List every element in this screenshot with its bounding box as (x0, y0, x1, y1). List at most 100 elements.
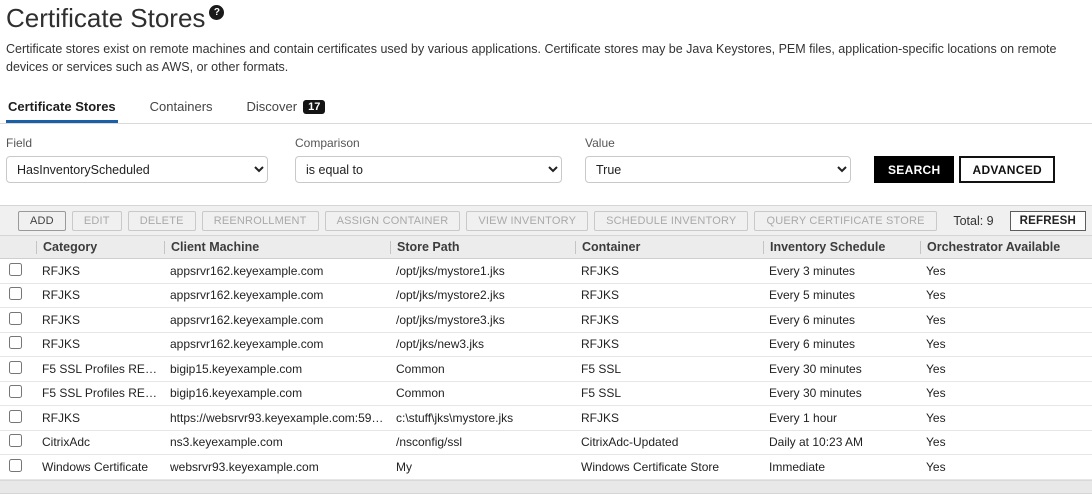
cell-container: Windows Certificate Store (575, 460, 763, 474)
cell-inventory-schedule: Every 3 minutes (763, 264, 920, 278)
row-checkbox[interactable] (9, 312, 22, 325)
tab-certificate-stores[interactable]: Certificate Stores (6, 93, 118, 123)
comparison-label: Comparison (295, 136, 585, 150)
row-checkbox[interactable] (9, 287, 22, 300)
cell-client-machine: appsrvr162.keyexample.com (164, 288, 390, 302)
cell-category: Windows Certificate (36, 460, 164, 474)
row-checkbox-cell (0, 287, 36, 303)
column-header-client-machine[interactable]: Client Machine (164, 241, 390, 254)
cell-client-machine: appsrvr162.keyexample.com (164, 313, 390, 327)
column-header-container[interactable]: Container (575, 241, 763, 254)
cell-container: RFJKS (575, 313, 763, 327)
row-checkbox-cell (0, 385, 36, 401)
table-row[interactable]: RFJKS appsrvr162.keyexample.com /opt/jks… (0, 259, 1092, 284)
row-checkbox[interactable] (9, 434, 22, 447)
cell-store-path: Common (390, 362, 575, 376)
comparison-select[interactable]: is equal to (295, 156, 562, 183)
cell-inventory-schedule: Every 1 hour (763, 411, 920, 425)
cell-store-path: /opt/jks/mystore3.jks (390, 313, 575, 327)
search-button[interactable]: SEARCH (874, 156, 954, 183)
grid-toolbar: ADD EDIT DELETE REENROLLMENT ASSIGN CONT… (0, 206, 1092, 236)
cell-container: RFJKS (575, 288, 763, 302)
cell-store-path: /opt/jks/new3.jks (390, 337, 575, 351)
cell-orchestrator-available: Yes (920, 362, 1092, 376)
tab-bar: Certificate Stores Containers Discover 1… (0, 93, 1092, 124)
cell-inventory-schedule: Every 30 minutes (763, 362, 920, 376)
row-checkbox[interactable] (9, 385, 22, 398)
cell-category: RFJKS (36, 264, 164, 278)
discover-count-badge: 17 (303, 100, 325, 114)
column-header-inventory-schedule[interactable]: Inventory Schedule (763, 241, 920, 254)
delete-button[interactable]: DELETE (128, 211, 196, 231)
cell-inventory-schedule: Immediate (763, 460, 920, 474)
cell-container: RFJKS (575, 411, 763, 425)
assign-container-button[interactable]: ASSIGN CONTAINER (325, 211, 461, 231)
cell-orchestrator-available: Yes (920, 288, 1092, 302)
table-row[interactable]: RFJKS https://websrvr93.keyexample.com:5… (0, 406, 1092, 431)
row-checkbox-cell (0, 263, 36, 279)
column-header-store-path[interactable]: Store Path (390, 241, 575, 254)
cell-store-path: c:\stuff\jks\mystore.jks (390, 411, 575, 425)
table-row[interactable]: RFJKS appsrvr162.keyexample.com /opt/jks… (0, 308, 1092, 333)
tab-discover[interactable]: Discover 17 (245, 93, 328, 123)
row-checkbox-cell (0, 410, 36, 426)
tab-containers-label: Containers (150, 99, 213, 114)
table-row[interactable]: RFJKS appsrvr162.keyexample.com /opt/jks… (0, 333, 1092, 358)
row-checkbox[interactable] (9, 410, 22, 423)
field-filter-group: Field HasInventoryScheduled (6, 136, 295, 183)
tab-discover-label: Discover (247, 99, 298, 114)
schedule-inventory-button[interactable]: SCHEDULE INVENTORY (594, 211, 748, 231)
row-checkbox[interactable] (9, 459, 22, 472)
row-checkbox-cell (0, 434, 36, 450)
refresh-button[interactable]: REFRESH (1010, 211, 1086, 231)
cell-category: F5 SSL Profiles REST (36, 386, 164, 400)
table-header-row: Category Client Machine Store Path Conta… (0, 236, 1092, 259)
query-certificate-store-button[interactable]: QUERY CERTIFICATE STORE (754, 211, 936, 231)
table-row[interactable]: RFJKS appsrvr162.keyexample.com /opt/jks… (0, 284, 1092, 309)
table-row[interactable]: F5 SSL Profiles REST bigip15.keyexample.… (0, 357, 1092, 382)
cell-client-machine: websrvr93.keyexample.com (164, 460, 390, 474)
page-header: Certificate Stores ? (0, 2, 1092, 33)
tab-containers[interactable]: Containers (148, 93, 215, 123)
row-checkbox[interactable] (9, 263, 22, 276)
cell-orchestrator-available: Yes (920, 386, 1092, 400)
cell-orchestrator-available: Yes (920, 411, 1092, 425)
cell-store-path: /nsconfig/ssl (390, 435, 575, 449)
cell-category: F5 SSL Profiles REST (36, 362, 164, 376)
field-select[interactable]: HasInventoryScheduled (6, 156, 268, 183)
column-header-category[interactable]: Category (36, 241, 164, 254)
cell-container: F5 SSL (575, 362, 763, 376)
cell-orchestrator-available: Yes (920, 264, 1092, 278)
cell-container: RFJKS (575, 264, 763, 278)
add-button[interactable]: ADD (18, 211, 66, 231)
cell-client-machine: bigip16.keyexample.com (164, 386, 390, 400)
column-header-orchestrator-available[interactable]: Orchestrator Available (920, 241, 1092, 254)
cell-store-path: /opt/jks/mystore2.jks (390, 288, 575, 302)
cell-client-machine: bigip15.keyexample.com (164, 362, 390, 376)
table-row[interactable]: CitrixAdc ns3.keyexample.com /nsconfig/s… (0, 431, 1092, 456)
table-body: RFJKS appsrvr162.keyexample.com /opt/jks… (0, 259, 1092, 480)
value-label: Value (585, 136, 851, 150)
tab-certificate-stores-label: Certificate Stores (8, 99, 116, 114)
reenrollment-button[interactable]: REENROLLMENT (202, 211, 319, 231)
help-icon[interactable]: ? (209, 5, 224, 20)
cell-category: RFJKS (36, 313, 164, 327)
cell-store-path: My (390, 460, 575, 474)
advanced-button[interactable]: ADVANCED (959, 156, 1055, 183)
page-title: Certificate Stores (6, 4, 205, 33)
cell-container: F5 SSL (575, 386, 763, 400)
table-row[interactable]: F5 SSL Profiles REST bigip16.keyexample.… (0, 382, 1092, 407)
search-filter-bar: Field HasInventoryScheduled Comparison i… (0, 124, 1092, 183)
cell-client-machine: ns3.keyexample.com (164, 435, 390, 449)
cell-client-machine: appsrvr162.keyexample.com (164, 337, 390, 351)
cell-category: RFJKS (36, 411, 164, 425)
table-row[interactable]: Windows Certificate websrvr93.keyexample… (0, 455, 1092, 480)
view-inventory-button[interactable]: VIEW INVENTORY (466, 211, 588, 231)
cell-inventory-schedule: Every 6 minutes (763, 313, 920, 327)
grid-footer (0, 480, 1092, 493)
edit-button[interactable]: EDIT (72, 211, 122, 231)
row-checkbox[interactable] (9, 336, 22, 349)
row-checkbox[interactable] (9, 361, 22, 374)
value-select[interactable]: True (585, 156, 851, 183)
comparison-filter-group: Comparison is equal to (295, 136, 585, 183)
